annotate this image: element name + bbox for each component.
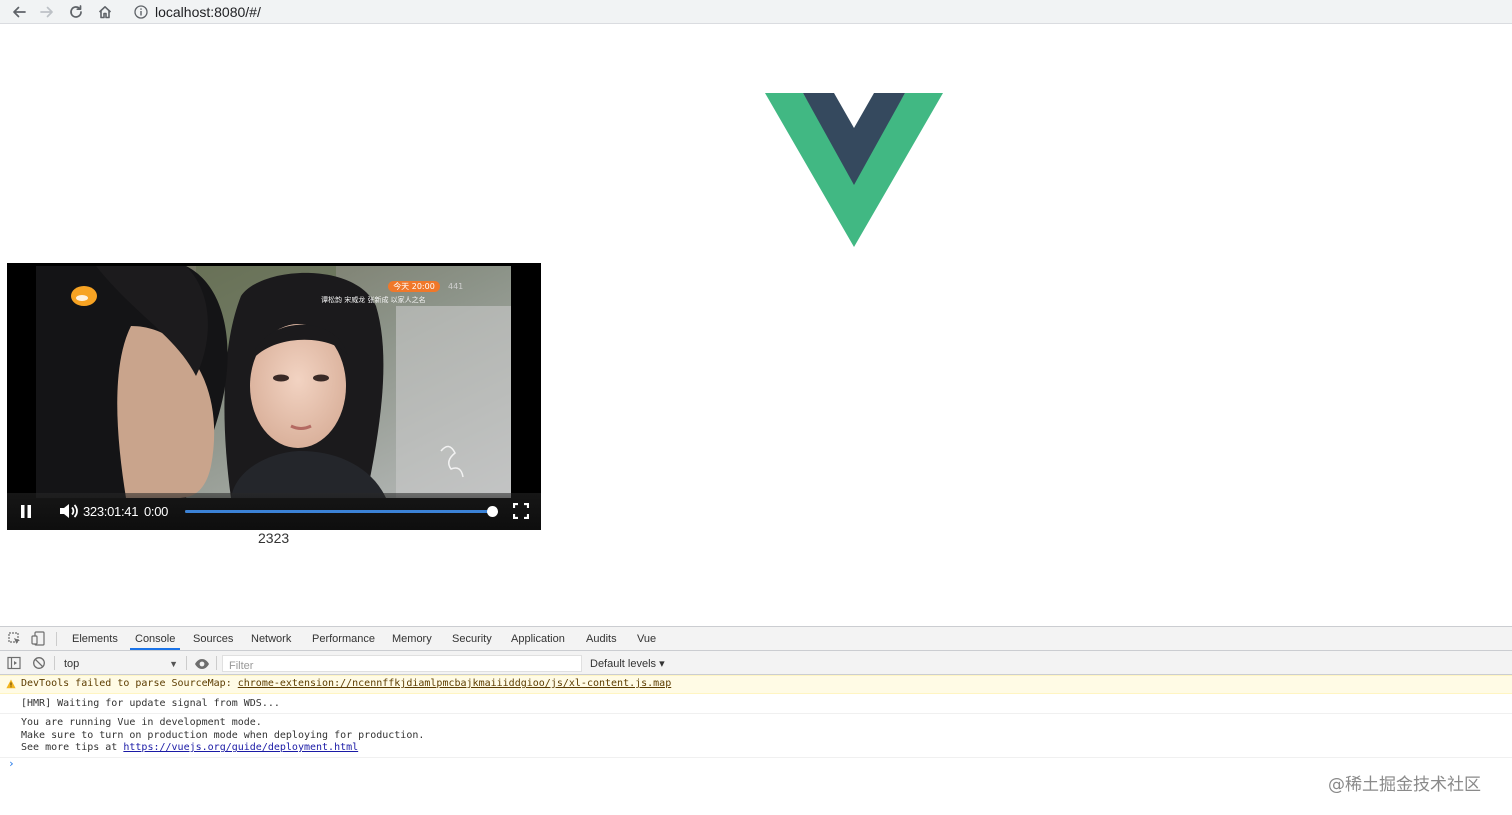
pause-icon[interactable]: [19, 504, 33, 524]
toolbar-separator: [186, 656, 187, 670]
progress-bar[interactable]: [185, 506, 498, 517]
console-warning: DevTools failed to parse SourceMap: chro…: [0, 675, 1512, 694]
tab-audits[interactable]: Audits: [586, 627, 617, 650]
tab-application[interactable]: Application: [511, 627, 565, 650]
vue-logo: [765, 93, 943, 247]
duration-time: 0:00: [144, 504, 169, 519]
schedule-badge: 今天 20:00: [388, 281, 440, 292]
tab-performance[interactable]: Performance: [312, 627, 375, 650]
log-levels-dropdown[interactable]: Default levels ▾: [590, 656, 665, 672]
vue-message-line: See more tips at: [21, 742, 124, 753]
cast-overlay-text: 谭松韵 宋威龙 张新成 以家人之名: [321, 296, 426, 304]
console-toolbar: top ▼ Default levels ▾: [0, 651, 1512, 675]
console-prompt-icon[interactable]: ›: [8, 757, 15, 770]
devtools-panel: Elements Console Sources Network Perform…: [0, 626, 1512, 815]
vue-deployment-link[interactable]: https://vuejs.org/guide/deployment.html: [123, 742, 358, 753]
video-controls: 323:01:41 0:00: [7, 493, 541, 530]
console-log-hmr: [HMR] Waiting for update signal from WDS…: [0, 694, 1512, 714]
filter-input[interactable]: [223, 658, 593, 674]
tab-elements[interactable]: Elements: [72, 627, 118, 650]
filter-field[interactable]: [222, 655, 593, 674]
warning-text: DevTools failed to parse SourceMap:: [21, 678, 238, 689]
watermark-text: @稀土掘金技术社区: [1328, 775, 1481, 795]
sourcemap-link[interactable]: chrome-extension://ncennffkjdiamlpmcbajk…: [238, 678, 671, 689]
home-icon[interactable]: [95, 2, 115, 22]
eye-icon[interactable]: [194, 657, 210, 675]
rating-overlay-text: 441: [448, 282, 464, 291]
fullscreen-icon[interactable]: [512, 502, 530, 524]
vue-message-line: You are running Vue in development mode.: [21, 717, 262, 728]
tab-separator: [56, 632, 57, 646]
device-toolbar-icon[interactable]: [31, 631, 46, 651]
tab-console[interactable]: Console: [130, 627, 181, 650]
console-messages: DevTools failed to parse SourceMap: chro…: [0, 675, 1512, 758]
back-arrow-icon[interactable]: [9, 2, 29, 22]
tab-sources[interactable]: Sources: [193, 627, 233, 650]
clear-console-icon[interactable]: [32, 656, 46, 675]
video-player[interactable]: 今天 20:00 谭松韵 宋威龙 张新成 以家人之名 441 323:01:41…: [7, 263, 541, 530]
progress-thumb[interactable]: [486, 506, 498, 517]
video-caption: 2323: [258, 530, 290, 546]
reload-icon[interactable]: [66, 2, 86, 22]
devtools-tab-bar: Elements Console Sources Network Perform…: [0, 627, 1512, 651]
tab-security[interactable]: Security: [452, 627, 492, 650]
current-time: 323:01:41: [83, 504, 139, 519]
dropdown-arrow-icon: ▼: [169, 659, 178, 669]
volume-icon[interactable]: [59, 502, 79, 525]
tab-vue[interactable]: Vue: [637, 627, 656, 650]
sidebar-toggle-icon[interactable]: [7, 656, 21, 675]
toolbar-separator: [54, 656, 55, 670]
forward-arrow-icon[interactable]: [37, 2, 57, 22]
address-bar-url[interactable]: localhost:8080/#/: [155, 3, 261, 21]
info-icon[interactable]: [133, 4, 149, 20]
progress-fill: [185, 510, 492, 513]
toolbar-separator: [216, 656, 217, 670]
warning-icon: [6, 679, 16, 689]
context-label: top: [64, 658, 80, 670]
inspect-element-icon[interactable]: [8, 632, 22, 651]
video-frame: 今天 20:00 谭松韵 宋威龙 张新成 以家人之名 441: [36, 266, 511, 498]
tab-memory[interactable]: Memory: [392, 627, 432, 650]
context-selector[interactable]: top ▼: [58, 656, 180, 672]
browser-toolbar: localhost:8080/#/: [0, 0, 1512, 24]
console-log-vue: You are running Vue in development mode.…: [0, 714, 1512, 758]
vue-message-line: Make sure to turn on production mode whe…: [21, 729, 425, 741]
tab-network[interactable]: Network: [251, 627, 291, 650]
